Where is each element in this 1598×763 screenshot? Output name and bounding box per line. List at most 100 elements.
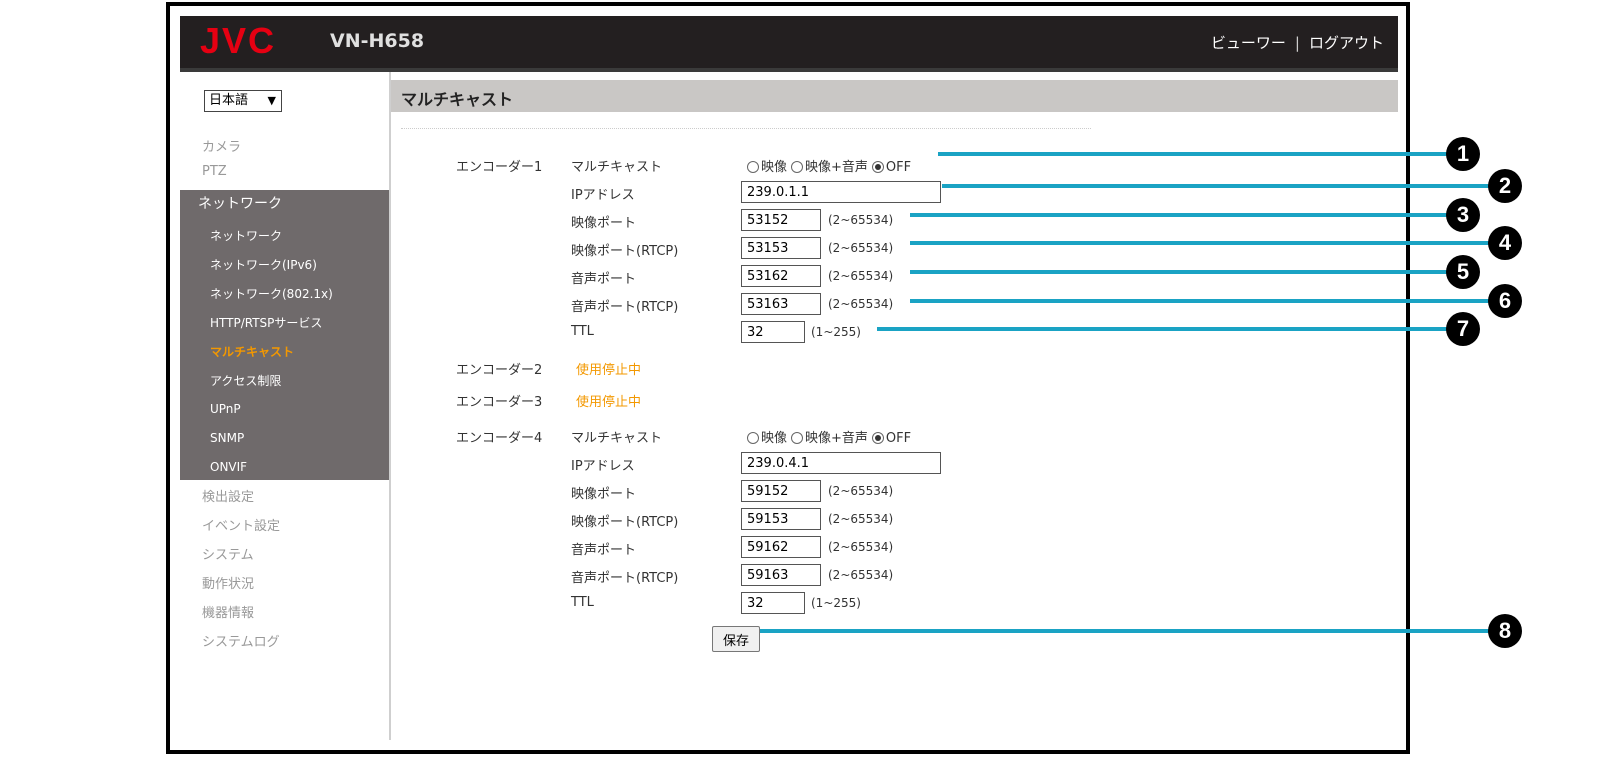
radio-label: 映像+音声	[805, 160, 868, 175]
enc4-audio-port-range: (2~65534)	[828, 540, 894, 554]
encoder2-status[interactable]: 使用停止中	[576, 359, 641, 378]
sidebar-item-event[interactable]: イベント設定	[202, 515, 280, 534]
callout-line-5	[910, 270, 1450, 274]
sidebar-group-title[interactable]: ネットワーク	[198, 193, 282, 213]
sidebar-item-status[interactable]: 動作状況	[202, 573, 254, 592]
sidebar-item-device-info[interactable]: 機器情報	[202, 602, 254, 621]
sidebar-item-onvif[interactable]: ONVIF	[210, 460, 247, 474]
callout-line-4	[910, 241, 1492, 245]
radio-checked-icon	[871, 161, 884, 173]
radio-label: 映像	[761, 160, 788, 175]
radio-icon	[791, 161, 804, 173]
sidebar-item-network-8021x[interactable]: ネットワーク(802.1x)	[210, 285, 333, 302]
enc4-radio-video-audio[interactable]: 映像+音声	[791, 431, 868, 446]
callout-line-6	[910, 299, 1492, 303]
enc1-video-rtcp-input[interactable]	[741, 237, 821, 259]
enc1-ip-input[interactable]	[741, 181, 941, 203]
enc4-multicast-radios: 映像 映像+音声 OFF	[747, 427, 915, 446]
enc1-video-port-range: (2~65534)	[828, 213, 894, 227]
encoder3-status[interactable]: 使用停止中	[576, 391, 641, 410]
radio-icon	[791, 432, 804, 444]
enc4-audio-rtcp-input[interactable]	[741, 564, 821, 586]
main-content: マルチキャスト エンコーダー1 マルチキャスト 映像 映像+音声 OFF IPアドレ…	[391, 72, 1398, 740]
callout-badge-8: 8	[1488, 614, 1522, 648]
enc4-ttl-range: (1~255)	[811, 596, 861, 610]
page-title: マルチキャスト	[401, 90, 514, 109]
sidebar-item-http-rtsp[interactable]: HTTP/RTSPサービス	[210, 314, 322, 331]
enc1-audio-rtcp-range: (2~65534)	[828, 297, 894, 311]
sidebar-item-ptz[interactable]: PTZ	[202, 164, 227, 179]
callout-line-7	[877, 327, 1450, 331]
sidebar-item-camera[interactable]: カメラ	[202, 136, 241, 155]
sidebar-item-network[interactable]: ネットワーク	[210, 227, 282, 244]
callout-badge-1: 1	[1446, 137, 1480, 171]
enc1-video-port-input[interactable]	[741, 209, 821, 231]
encoder3-label: エンコーダー3	[456, 395, 543, 410]
sidebar-item-snmp[interactable]: SNMP	[210, 431, 244, 445]
radio-label: 映像	[761, 431, 788, 446]
save-button[interactable]: 保存	[712, 626, 760, 652]
enc1-multicast-label: マルチキャスト	[571, 160, 663, 175]
radio-icon	[747, 432, 759, 444]
callout-line-1	[938, 152, 1452, 156]
enc1-ttl-label: TTL	[571, 324, 594, 339]
app-header: JVC VN-H658 ビューワー | ログアウト	[180, 16, 1398, 72]
enc1-video-rtcp-range: (2~65534)	[828, 241, 894, 255]
sidebar-item-network-ipv6[interactable]: ネットワーク(IPv6)	[210, 256, 317, 273]
enc1-audio-port-input[interactable]	[741, 265, 821, 287]
sidebar-item-multicast[interactable]: マルチキャスト	[210, 343, 294, 360]
enc4-ip-label: IPアドレス	[571, 459, 635, 474]
enc4-video-port-range: (2~65534)	[828, 484, 894, 498]
enc4-video-port-label: 映像ポート	[571, 487, 637, 502]
viewer-link[interactable]: ビューワー	[1211, 34, 1286, 52]
callout-badge-3: 3	[1446, 198, 1480, 232]
enc1-multicast-radios: 映像 映像+音声 OFF	[747, 156, 915, 175]
enc1-audio-rtcp-label: 音声ポート(RTCP)	[571, 300, 679, 315]
sidebar-item-access-control[interactable]: アクセス制限	[210, 372, 281, 389]
enc4-ttl-input[interactable]	[741, 592, 805, 614]
enc4-radio-off[interactable]: OFF	[871, 431, 912, 446]
enc1-radio-off[interactable]: OFF	[871, 160, 911, 175]
logout-link[interactable]: ログアウト	[1309, 34, 1384, 52]
enc1-video-port-label: 映像ポート	[571, 216, 637, 231]
enc1-ip-label: IPアドレス	[571, 188, 635, 203]
header-links: ビューワー | ログアウト	[1211, 32, 1384, 53]
enc4-video-rtcp-input[interactable]	[741, 508, 821, 530]
sidebar-item-system[interactable]: システム	[202, 544, 254, 563]
chevron-down-icon: ▼	[267, 94, 276, 107]
sidebar-item-system-log[interactable]: システムログ	[202, 631, 280, 650]
enc4-audio-rtcp-label: 音声ポート(RTCP)	[571, 571, 679, 586]
callout-badge-4: 4	[1488, 226, 1522, 260]
callout-badge-2: 2	[1488, 169, 1522, 203]
sidebar-item-upnp[interactable]: UPnP	[210, 402, 241, 416]
enc1-audio-port-label: 音声ポート	[571, 272, 637, 287]
language-select[interactable]: 日本語 ▼	[204, 90, 282, 112]
page-title-bar: マルチキャスト	[391, 80, 1398, 112]
enc4-audio-rtcp-range: (2~65534)	[828, 568, 894, 582]
jvc-logo: JVC	[200, 20, 277, 61]
enc4-audio-port-input[interactable]	[741, 536, 821, 558]
callout-line-3	[910, 213, 1450, 217]
enc4-radio-video[interactable]: 映像	[747, 431, 787, 446]
enc1-ttl-input[interactable]	[741, 321, 805, 343]
enc4-ip-input[interactable]	[741, 452, 941, 474]
encoder4-label: エンコーダー4	[456, 431, 543, 446]
radio-checked-icon	[871, 432, 884, 444]
enc4-audio-port-label: 音声ポート	[571, 543, 637, 558]
divider	[401, 128, 1091, 129]
enc1-audio-rtcp-input[interactable]	[741, 293, 821, 315]
enc4-video-port-input[interactable]	[741, 480, 821, 502]
encoder1-label: エンコーダー1	[456, 160, 543, 175]
radio-label: OFF	[885, 431, 912, 446]
sidebar-item-detection[interactable]: 検出設定	[202, 486, 254, 505]
callout-badge-7: 7	[1446, 312, 1480, 346]
enc1-radio-video[interactable]: 映像	[747, 160, 787, 175]
callout-line-8	[760, 629, 1492, 633]
encoder2-label: エンコーダー2	[456, 363, 543, 378]
language-value: 日本語	[209, 93, 249, 108]
enc1-video-rtcp-label: 映像ポート(RTCP)	[571, 244, 679, 259]
header-separator: |	[1294, 34, 1300, 52]
enc1-radio-video-audio[interactable]: 映像+音声	[791, 160, 868, 175]
sidebar: 日本語 ▼ カメラ PTZ ネットワーク ネットワーク ネットワーク(IPv6)…	[180, 72, 391, 740]
enc1-ttl-range: (1~255)	[811, 325, 861, 339]
